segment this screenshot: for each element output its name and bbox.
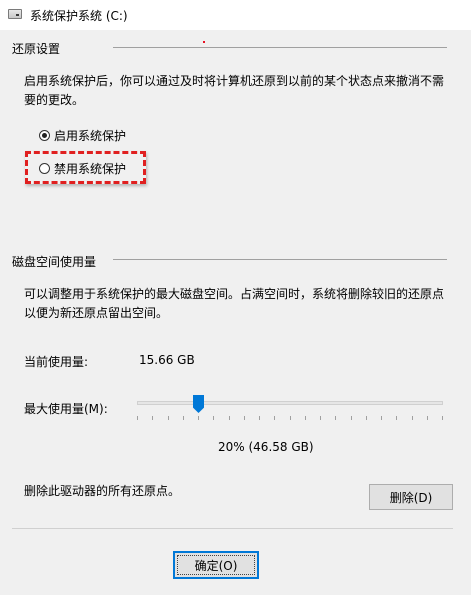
- slider-tick: [198, 416, 199, 420]
- slider-tick: [152, 416, 153, 420]
- radio-disable-label: 禁用系统保护: [54, 162, 127, 176]
- restore-settings-divider: [113, 47, 447, 48]
- current-usage-label: 当前使用量:: [24, 355, 89, 369]
- footer-divider: [12, 528, 453, 529]
- restore-description: 启用系统保护后，你可以通过及时将计算机还原到以前的某个状态点来撤消不需要的更改。: [24, 74, 445, 107]
- ok-button[interactable]: 确定(O): [173, 551, 259, 579]
- slider-tick: [183, 416, 184, 420]
- disk-usage-divider: [113, 259, 447, 260]
- slider-tick: [335, 416, 336, 420]
- ok-button-label: 确定(O): [194, 558, 238, 573]
- max-usage-slider-track[interactable]: [137, 401, 443, 405]
- delete-restore-points-text: 删除此驱动器的所有还原点。: [24, 484, 181, 498]
- slider-tick: [366, 416, 367, 420]
- slider-tick: [351, 416, 352, 420]
- slider-tick: [213, 416, 214, 420]
- slider-tick: [305, 416, 306, 420]
- delete-button[interactable]: 删除(D): [369, 484, 453, 510]
- slider-tick: [320, 416, 321, 420]
- radio-enable-protection[interactable]: 启用系统保护: [39, 127, 126, 144]
- system-protection-dialog: 系统保护系统 (C:) 还原设置 启用系统保护后，你可以通过及时将计算机还原到以…: [0, 0, 471, 595]
- slider-tick: [244, 416, 245, 420]
- window-title: 系统保护系统 (C:): [30, 9, 128, 23]
- current-usage-value: 15.66 GB: [139, 353, 195, 367]
- red-dot-mark: [203, 41, 205, 43]
- slider-tick: [396, 416, 397, 420]
- slider-tick: [427, 416, 428, 420]
- slider-tick: [442, 416, 443, 420]
- radio-disable-circle[interactable]: [39, 163, 50, 174]
- radio-enable-circle[interactable]: [39, 130, 50, 141]
- max-usage-slider-thumb[interactable]: [193, 395, 204, 413]
- disk-usage-description: 可以调整用于系统保护的最大磁盘空间。占满空间时，系统将删除较旧的还原点以便为新还…: [24, 287, 445, 320]
- slider-tick: [229, 416, 230, 420]
- slider-ticks: [137, 416, 443, 420]
- slider-tick: [259, 416, 260, 420]
- restore-settings-label: 还原设置: [12, 42, 61, 56]
- slider-tick: [412, 416, 413, 420]
- max-usage-label: 最大使用量(M):: [24, 402, 108, 416]
- max-usage-percent: 20% (46.58 GB): [218, 440, 314, 454]
- disk-usage-label: 磁盘空间使用量: [12, 255, 97, 269]
- slider-tick: [168, 416, 169, 420]
- radio-enable-label: 启用系统保护: [54, 129, 127, 143]
- drive-icon: [8, 9, 22, 19]
- slider-tick: [290, 416, 291, 420]
- radio-disable-protection[interactable]: 禁用系统保护: [39, 160, 126, 177]
- title-bar: 系统保护系统 (C:): [0, 0, 471, 30]
- slider-tick: [274, 416, 275, 420]
- slider-tick: [137, 416, 138, 420]
- slider-tick: [381, 416, 382, 420]
